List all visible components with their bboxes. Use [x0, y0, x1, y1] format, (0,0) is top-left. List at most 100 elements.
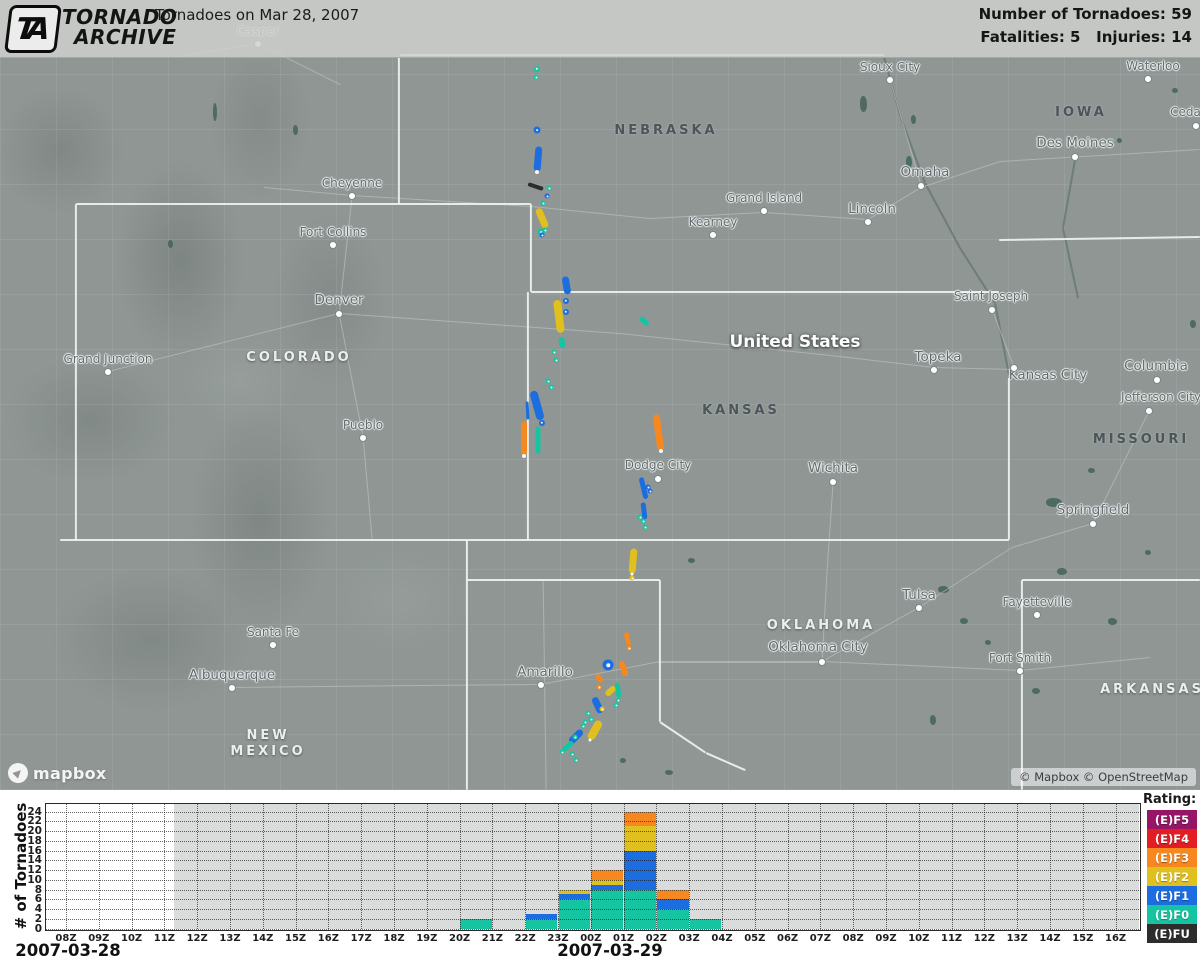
- city-label-denver: Denver: [314, 292, 364, 308]
- top-bar: TA TORNADO ARCHIVE Tornadoes on Mar 28, …: [0, 0, 1200, 58]
- city-dot: [228, 684, 236, 692]
- tornado-dot[interactable]: [553, 357, 559, 363]
- y-tick-label: 24: [27, 805, 42, 818]
- city-dot: [1033, 611, 1041, 619]
- tornado-dot[interactable]: [640, 518, 646, 524]
- state-label-text: NEW: [246, 728, 290, 743]
- tornado-dot[interactable]: [602, 659, 614, 671]
- city-label-kansas-city: Kansas City: [1008, 367, 1088, 383]
- state-border-line: [76, 203, 531, 205]
- city-label-fort-collins: Fort Collins: [299, 225, 367, 239]
- tornado-dot-core: [564, 310, 568, 314]
- tornado-dot-core: [574, 736, 576, 738]
- state-border-line: [530, 203, 532, 292]
- tornado-dot[interactable]: [626, 645, 632, 651]
- x-tick-label: 11Z: [941, 932, 963, 944]
- city-dot: [1145, 407, 1153, 415]
- legend-swatch-f1[interactable]: (E)F1: [1147, 886, 1197, 905]
- tornado-dot[interactable]: [573, 757, 579, 763]
- tornado-dot[interactable]: [540, 200, 546, 206]
- x-tick-label: 12Z: [186, 932, 208, 944]
- tornado-dot[interactable]: [533, 126, 541, 134]
- city-label-grand-island: Grand Island: [725, 191, 803, 205]
- tornado-dot-core: [540, 421, 544, 425]
- x-tick-label: 19Z: [416, 932, 438, 944]
- tornado-dot[interactable]: [599, 706, 605, 712]
- water-body: [930, 715, 936, 725]
- x-tick-label: 14Z: [252, 932, 274, 944]
- city-label-omaha: Omaha: [900, 164, 950, 180]
- stat-spacer: [1081, 28, 1097, 46]
- legend-swatch-f5[interactable]: (E)F5: [1147, 810, 1197, 829]
- tornado-dot[interactable]: [585, 710, 591, 716]
- tornado-dot[interactable]: [629, 575, 635, 581]
- legend-swatch-f4[interactable]: (E)F4: [1147, 829, 1197, 848]
- city-label-fayetteville: Fayetteville: [1002, 595, 1072, 609]
- x-tick-label: 10Z: [121, 932, 143, 944]
- water-body: [911, 115, 916, 124]
- tornado-dot-core: [639, 516, 641, 518]
- state-border-line: [659, 579, 661, 722]
- tornado-dot[interactable]: [588, 716, 594, 722]
- x-tick-label: 10Z: [908, 932, 930, 944]
- water-body: [293, 125, 298, 135]
- tornado-dot[interactable]: [613, 702, 619, 708]
- tornado-dot[interactable]: [539, 232, 545, 238]
- tornado-dot[interactable]: [551, 349, 557, 355]
- city-label-topeka: Topeka: [914, 349, 962, 365]
- legend-swatch-f0[interactable]: (E)F0: [1147, 905, 1197, 924]
- tornado-dot[interactable]: [569, 751, 575, 757]
- tornado-dot[interactable]: [539, 420, 545, 426]
- tornado-archive-logo-icon[interactable]: TA: [4, 5, 62, 53]
- state-label-kansas: KANSAS: [702, 403, 780, 419]
- tornado-dot[interactable]: [647, 488, 653, 494]
- tornado-dot-core: [598, 686, 600, 688]
- state-label-nebraska: NEBRASKA: [614, 123, 717, 139]
- tornado-dot-core: [584, 721, 586, 723]
- x-tick-label: 21Z: [481, 932, 503, 944]
- x-tick-label: 03Z: [678, 932, 700, 944]
- city-label-oklahoma-city: Oklahoma City: [768, 639, 868, 655]
- tornado-dot[interactable]: [580, 723, 586, 729]
- timeline-chart[interactable]: # of Tornadoes 0 2 4 6 8 10 12 14 16 18 20 22 24 08Z 0…: [0, 790, 1200, 965]
- tornado-dot[interactable]: [544, 193, 550, 199]
- track-endpoint-dot: [522, 454, 526, 458]
- tornado-dot[interactable]: [572, 734, 578, 740]
- tornado-dot[interactable]: [534, 66, 540, 72]
- tornado-dot-core: [644, 526, 646, 528]
- water-body: [860, 96, 867, 112]
- tornado-dot-core: [631, 577, 633, 579]
- water-body: [1088, 468, 1095, 473]
- state-label-text: IOWA: [1055, 105, 1107, 120]
- x-tick-label: 14Z: [1039, 932, 1061, 944]
- legend-swatch-fu[interactable]: (E)FU: [1147, 924, 1197, 943]
- map-attribution[interactable]: © Mapbox © OpenStreetMap: [1011, 768, 1196, 786]
- map-canvas[interactable]: NEBRASKA IOWA COLORADO KANSAS MISSOURI OKLAHO…: [0, 0, 1200, 790]
- tornado-dot[interactable]: [548, 384, 554, 390]
- tornado-dot[interactable]: [563, 298, 569, 304]
- tornado-dot[interactable]: [546, 185, 552, 191]
- tornado-dot[interactable]: [596, 684, 602, 690]
- city-dot: [988, 306, 996, 314]
- city-label-fort-smith: Fort Smith: [988, 651, 1052, 665]
- tornado-dot[interactable]: [545, 378, 551, 384]
- tornado-dot[interactable]: [542, 227, 548, 233]
- tornado-track[interactable]: [535, 426, 541, 453]
- state-border-line: [1008, 377, 1010, 540]
- city-dot: [1016, 667, 1024, 675]
- mapbox-logo[interactable]: mapbox: [8, 763, 107, 783]
- tornado-dot[interactable]: [533, 74, 539, 80]
- legend-swatch-f2[interactable]: (E)F2: [1147, 867, 1197, 886]
- water-body: [960, 618, 968, 624]
- city-dot: [1153, 376, 1161, 384]
- track-endpoint-dot: [588, 738, 592, 742]
- state-border-line: [1021, 579, 1023, 790]
- tornado-dot[interactable]: [563, 309, 569, 315]
- city-label-pueblo: Pueblo: [342, 418, 384, 432]
- plot-border: [45, 803, 1141, 931]
- legend-swatch-f3[interactable]: (E)F3: [1147, 848, 1197, 867]
- tornado-track[interactable]: [521, 421, 527, 455]
- tornado-dot[interactable]: [642, 524, 648, 530]
- tornado-dot[interactable]: [559, 749, 565, 755]
- city-label-kearney: Kearney: [688, 215, 738, 229]
